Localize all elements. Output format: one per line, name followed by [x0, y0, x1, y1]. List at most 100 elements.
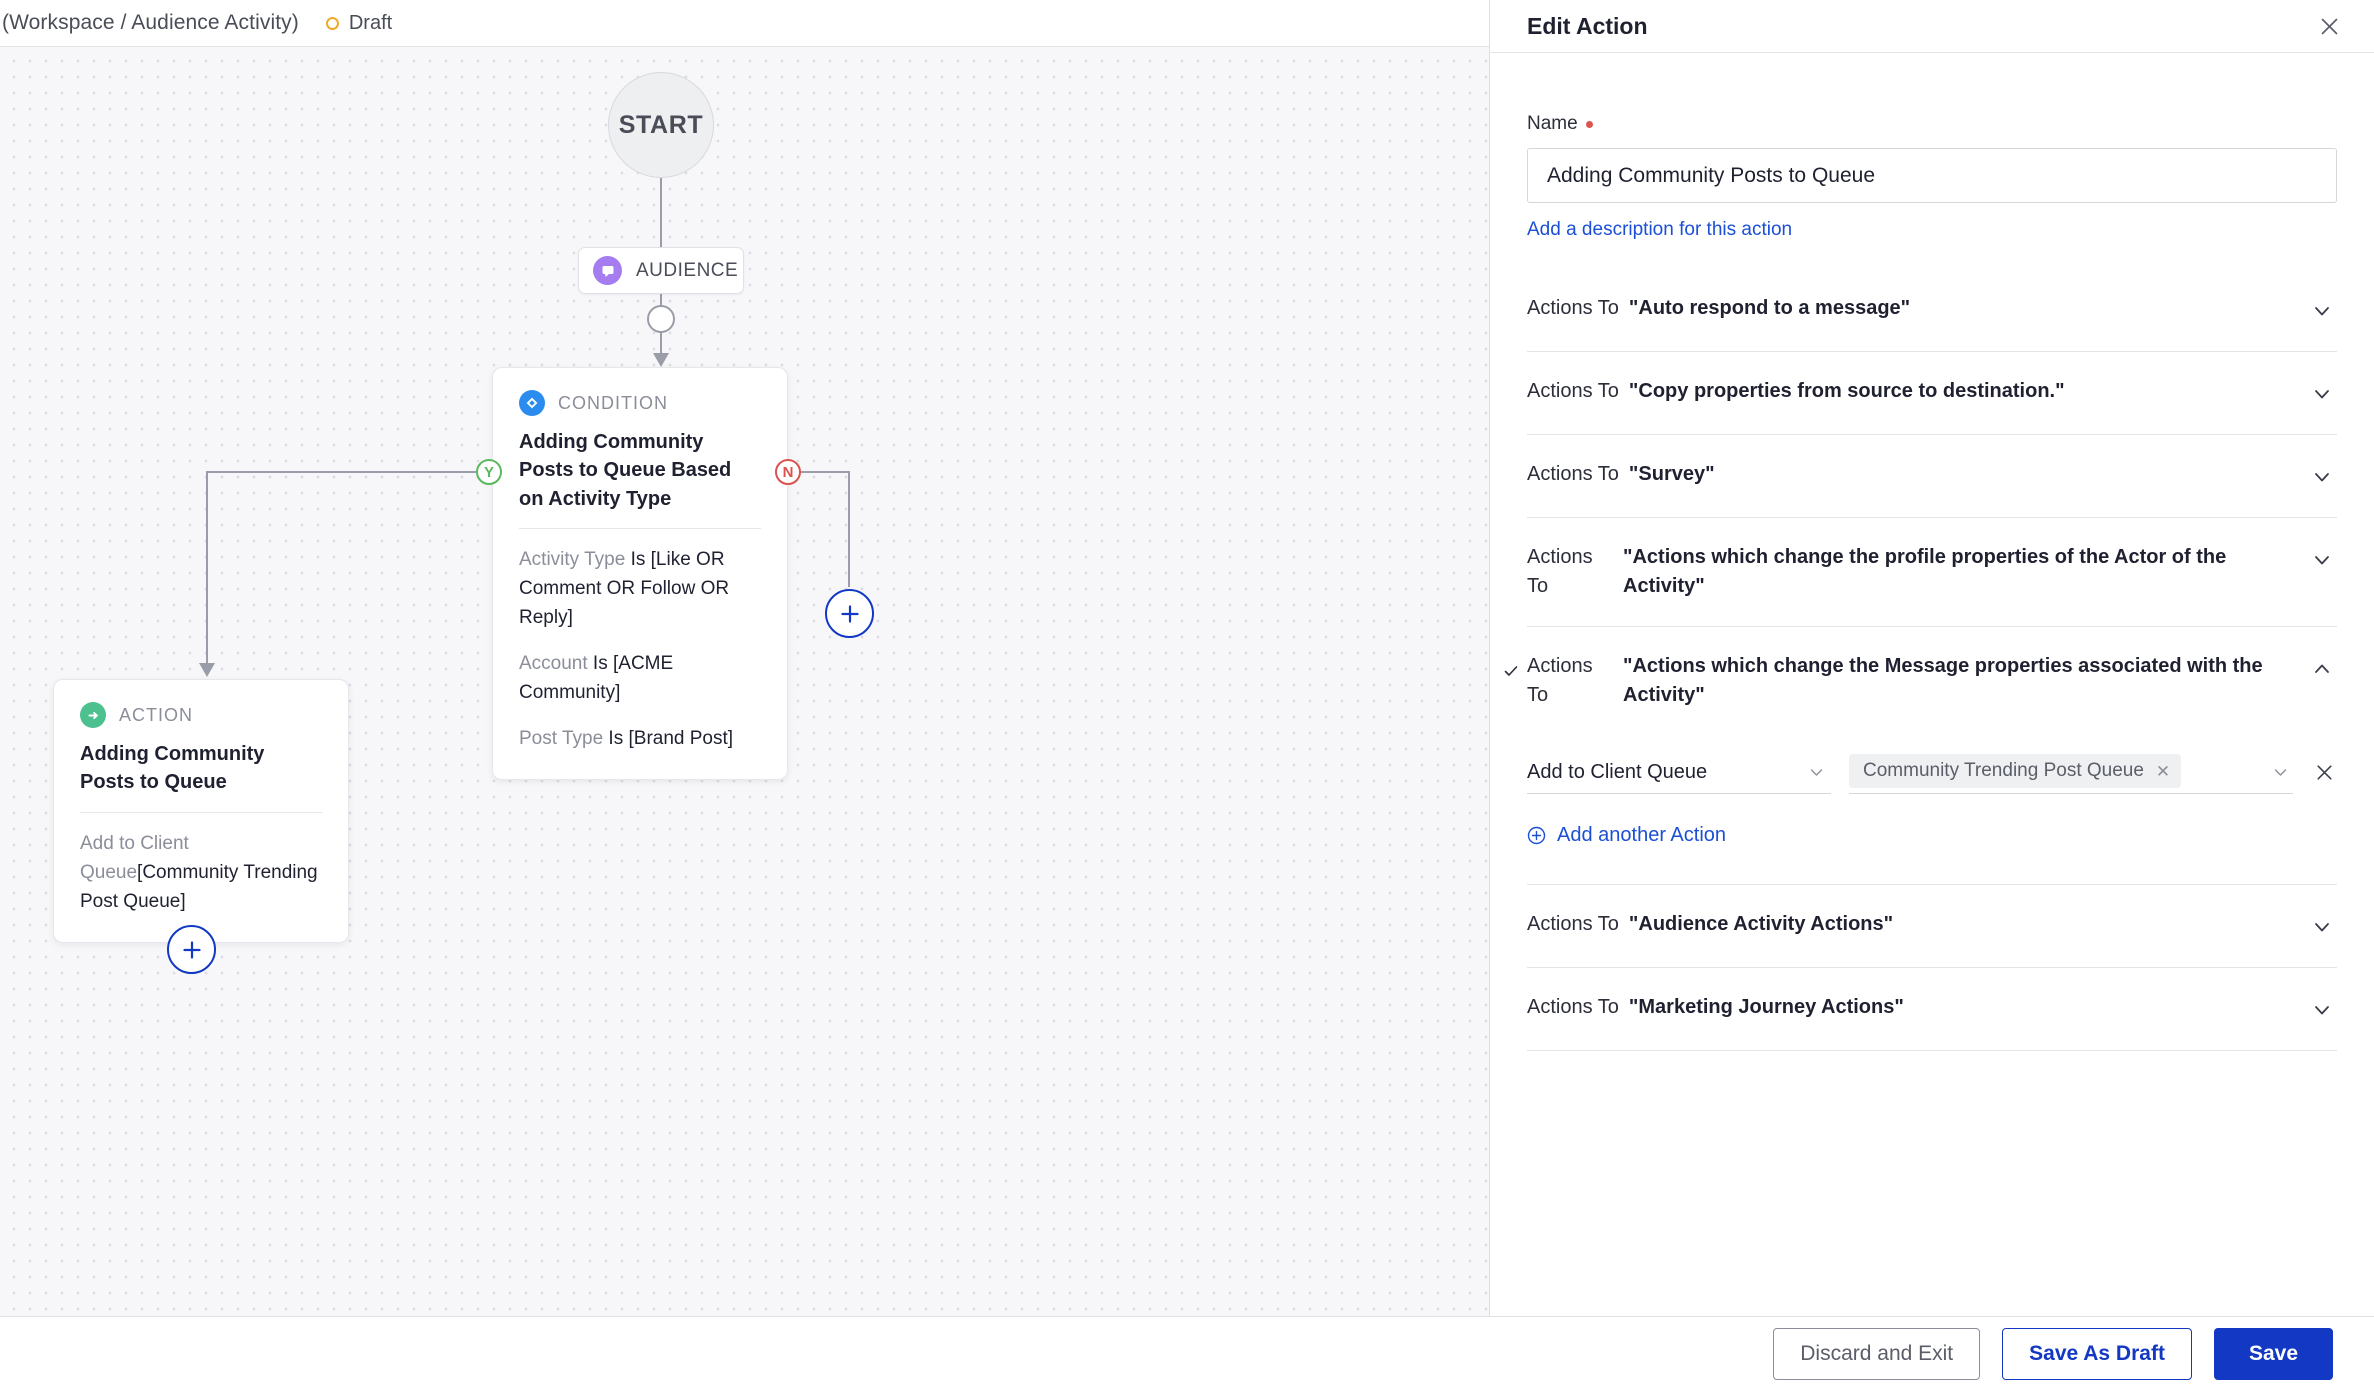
accordion-title: "Actions which change the Message proper…	[1623, 655, 2263, 706]
page-title: Edit Action	[1527, 12, 1648, 39]
remove-action-row-icon[interactable]	[2311, 759, 2337, 785]
footer-action-bar: Discard and Exit Save As Draft Save	[0, 1316, 2374, 1390]
accordion-prefix: Actions To	[1527, 297, 1619, 319]
status-label: Draft	[348, 11, 393, 34]
accordion-title: "Auto respond to a message"	[1628, 297, 1911, 319]
condition-diamond-icon	[519, 390, 545, 416]
condition-rule-value: Is [Brand Post]	[603, 727, 734, 749]
canvas-pane: (Workspace / Audience Activity) Draft ST…	[0, 0, 1489, 1316]
condition-rule: Post Type Is [Brand Post]	[519, 725, 761, 754]
selected-value-chip: Community Trending Post Queue ✕	[1849, 754, 2182, 788]
accordion-header[interactable]: Actions To "Marketing Journey Actions"	[1527, 968, 2337, 1050]
branch-yes-label: Y	[483, 463, 494, 481]
card-divider	[80, 811, 322, 813]
start-node-label: START	[618, 110, 704, 139]
chevron-down-icon[interactable]	[2307, 545, 2337, 575]
edit-action-panel-header: Edit Action	[1490, 0, 2374, 53]
action-rule: Add to Client Queue[Community Trending P…	[80, 830, 322, 917]
accordion-header[interactable]: Actions To "Audience Activity Actions"	[1527, 885, 2337, 967]
chevron-down-icon[interactable]	[2307, 912, 2337, 942]
plus-circle-icon	[1527, 826, 1546, 845]
required-indicator-icon	[1585, 120, 1593, 128]
accordion-header[interactable]: Actions To "Survey"	[1527, 435, 2337, 517]
action-value-select[interactable]: Community Trending Post Queue ✕	[1849, 751, 2293, 794]
arrow-right-circle-icon	[80, 702, 106, 728]
add-node-button-no-branch[interactable]	[825, 589, 874, 638]
save-as-draft-button[interactable]: Save As Draft	[2002, 1327, 2192, 1380]
accordion-prefix: Actions To	[1527, 655, 1593, 706]
discard-and-exit-button[interactable]: Discard and Exit	[1773, 1327, 1981, 1380]
action-card[interactable]: ACTION Adding Community Posts to Queue A…	[53, 679, 349, 944]
accordion-item: Actions To "Survey"	[1527, 435, 2337, 518]
accordion-header[interactable]: Actions To "Actions which change the pro…	[1527, 518, 2337, 626]
name-input[interactable]	[1527, 148, 2337, 203]
flow-canvas[interactable]: START AUDIENCE CONDITION Adding Communit…	[0, 47, 1489, 1316]
accordion-title: "Actions which change the profile proper…	[1623, 546, 2227, 597]
edit-action-panel-body: Name Add a description for this action A…	[1490, 53, 2374, 1316]
accordion-header[interactable]: Actions To "Actions which change the Mes…	[1527, 627, 2337, 735]
accordion-title: "Marketing Journey Actions"	[1628, 996, 1904, 1018]
edit-action-panel: Edit Action Name Add a description for t…	[1489, 0, 2374, 1316]
condition-rule: Activity Type Is [Like OR Comment OR Fol…	[519, 546, 761, 633]
add-description-link[interactable]: Add a description for this action	[1527, 219, 1792, 241]
name-label-text: Name	[1527, 113, 1578, 134]
accordion-item: Actions To "Audience Activity Actions"	[1527, 885, 2337, 968]
chevron-down-icon[interactable]	[2307, 379, 2337, 409]
action-card-title: Adding Community Posts to Queue	[80, 743, 265, 794]
add-another-action-label: Add another Action	[1557, 824, 1727, 846]
condition-rule-field: Post Type	[519, 727, 604, 749]
chevron-down-icon[interactable]	[2307, 995, 2337, 1025]
accordion-prefix: Actions To	[1527, 463, 1619, 485]
audience-node[interactable]: AUDIENCE	[578, 247, 744, 294]
condition-card-title: Adding Community Posts to Queue Based on…	[519, 431, 732, 510]
actions-accordion: Actions To "Auto respond to a message" A…	[1504, 269, 2337, 1051]
close-small-icon[interactable]: ✕	[2156, 763, 2170, 780]
accordion-title: "Audience Activity Actions"	[1628, 913, 1894, 935]
condition-rule-field: Account	[519, 652, 588, 674]
start-node[interactable]: START	[608, 72, 714, 178]
save-button[interactable]: Save	[2213, 1327, 2333, 1380]
accordion-body: Add to Client Queue Community Trending P…	[1527, 751, 2337, 884]
condition-card-header: CONDITION	[519, 390, 761, 416]
accordion-prefix: Actions To	[1527, 380, 1619, 402]
chat-bubble-icon	[593, 256, 622, 285]
add-another-action-button[interactable]: Add another Action	[1527, 824, 1726, 847]
accordion-prefix: Actions To	[1527, 546, 1593, 597]
branch-badge-no[interactable]: N	[775, 459, 801, 485]
accordion-title: "Copy properties from source to destinat…	[1628, 380, 2065, 402]
condition-card-kind: CONDITION	[558, 392, 668, 413]
action-type-value: Add to Client Queue	[1527, 760, 1708, 783]
action-card-header: ACTION	[80, 702, 322, 728]
action-type-select[interactable]: Add to Client Queue	[1527, 751, 1831, 794]
plus-icon	[840, 604, 859, 623]
check-icon	[1503, 663, 1519, 679]
accordion-item: Actions To "Auto respond to a message"	[1527, 269, 2337, 352]
name-field-label: Name	[1527, 113, 2337, 135]
action-config-row: Add to Client Queue Community Trending P…	[1527, 751, 2337, 794]
chevron-down-icon[interactable]	[2272, 764, 2289, 781]
card-divider	[519, 528, 761, 530]
add-node-button-after-action[interactable]	[167, 925, 216, 974]
breadcrumb-bar: (Workspace / Audience Activity) Draft	[0, 0, 1489, 47]
status-dot-icon	[325, 16, 339, 30]
branch-no-label: N	[782, 463, 794, 481]
accordion-prefix: Actions To	[1527, 996, 1619, 1018]
chevron-up-icon[interactable]	[2307, 654, 2337, 684]
accordion-prefix: Actions To	[1527, 913, 1619, 935]
chevron-down-icon[interactable]	[1808, 764, 1825, 781]
chevron-down-icon[interactable]	[2307, 296, 2337, 326]
accordion-item-expanded: Actions To "Actions which change the Mes…	[1504, 627, 2337, 885]
accordion-header[interactable]: Actions To "Auto respond to a message"	[1527, 269, 2337, 351]
branch-badge-yes[interactable]: Y	[476, 459, 502, 485]
accordion-item: Actions To "Actions which change the pro…	[1527, 518, 2337, 627]
close-icon[interactable]	[2314, 11, 2344, 41]
accordion-header[interactable]: Actions To "Copy properties from source …	[1527, 352, 2337, 434]
plus-icon	[182, 940, 201, 959]
workflow-builder-screen: (Workspace / Audience Activity) Draft ST…	[0, 0, 2374, 1390]
audience-node-label: AUDIENCE	[636, 259, 739, 281]
action-card-kind: ACTION	[119, 704, 194, 725]
condition-card[interactable]: CONDITION Adding Community Posts to Queu…	[492, 367, 788, 781]
accordion-title: "Survey"	[1628, 463, 1715, 485]
breadcrumb: (Workspace / Audience Activity)	[2, 11, 299, 34]
chevron-down-icon[interactable]	[2307, 462, 2337, 492]
